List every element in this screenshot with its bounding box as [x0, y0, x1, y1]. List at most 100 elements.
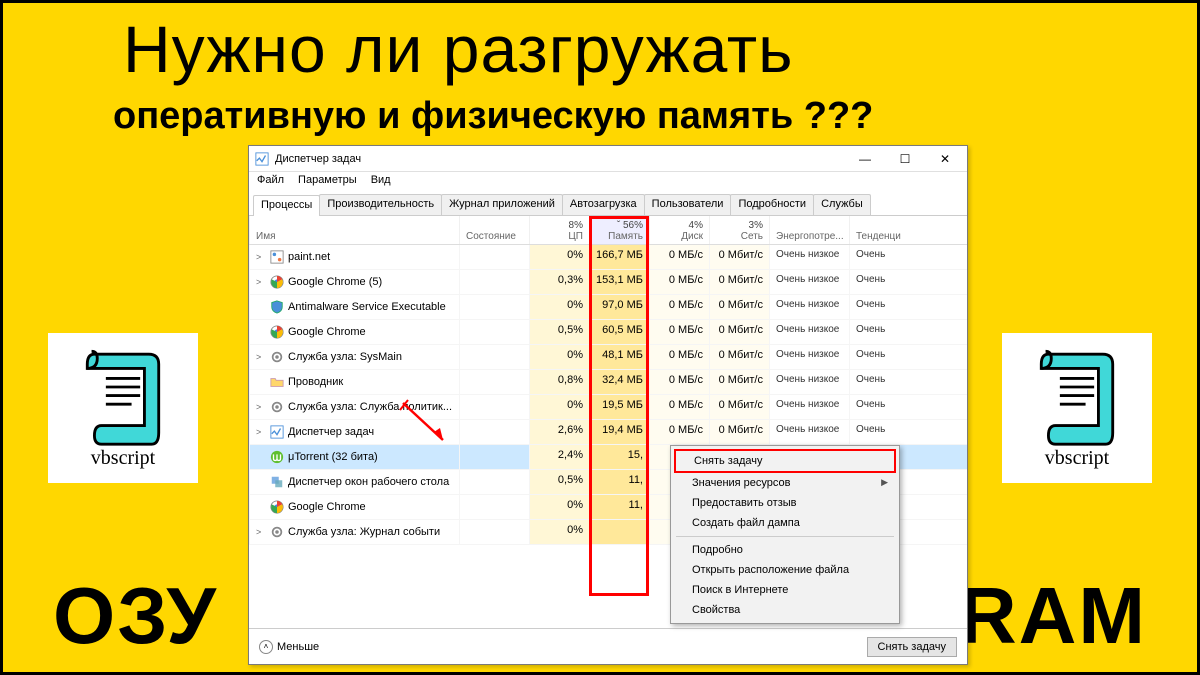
disk-cell: 0 МБ/с	[649, 420, 709, 444]
titlebar[interactable]: Диспетчер задач — ☐ ✕	[249, 146, 967, 172]
header-power[interactable]: Энергопотре...	[769, 216, 849, 244]
submenu-arrow-icon: ▶	[881, 477, 888, 488]
trend-cell: Очень	[849, 270, 899, 294]
memory-cell: 19,4 МБ	[589, 420, 649, 444]
tab-app-history[interactable]: Журнал приложений	[441, 194, 563, 215]
process-icon	[270, 475, 284, 489]
process-icon	[270, 375, 284, 389]
status-cell	[459, 270, 529, 294]
context-menu-item[interactable]: Создать файл дампа	[674, 513, 896, 533]
table-row[interactable]: >Служба узла: Служба политик...0%19,5 МБ…	[249, 395, 967, 420]
process-name: Google Chrome (5)	[288, 276, 382, 288]
memory-cell: 11,	[589, 495, 649, 519]
network-cell: 0 Мбит/с	[709, 320, 769, 344]
tab-services[interactable]: Службы	[813, 194, 871, 215]
cpu-cell: 0,3%	[529, 270, 589, 294]
fewer-details-button[interactable]: ˄ Меньше	[259, 640, 319, 654]
trend-cell: Очень	[849, 395, 899, 419]
process-icon	[270, 250, 284, 264]
header-cpu[interactable]: 8%ЦП	[529, 216, 589, 244]
table-row[interactable]: >Служба узла: SysMain0%48,1 МБ0 МБ/с0 Мб…	[249, 345, 967, 370]
header-network[interactable]: 3%Сеть	[709, 216, 769, 244]
memory-cell: 15,	[589, 445, 649, 469]
headline-1: Нужно ли разгружать	[123, 11, 794, 87]
power-cell: Очень низкое	[769, 245, 849, 269]
menu-view[interactable]: Вид	[371, 174, 391, 190]
window-title: Диспетчер задач	[275, 153, 845, 165]
header-memory[interactable]: ˇ 56%Память	[589, 216, 649, 244]
context-menu-item[interactable]: Открыть расположение файла	[674, 560, 896, 580]
header-name[interactable]: Имя	[249, 216, 459, 244]
headline-2: оперативную и физическую память ???	[113, 95, 873, 138]
trend-cell: Очень	[849, 370, 899, 394]
context-menu-item[interactable]: Поиск в Интернете	[674, 580, 896, 600]
close-button[interactable]: ✕	[925, 147, 965, 171]
table-row[interactable]: Проводник0,8%32,4 МБ0 МБ/с0 Мбит/сОчень …	[249, 370, 967, 395]
table-headers: Имя Состояние 8%ЦП ˇ 56%Память 4%Диск 3%…	[249, 216, 967, 245]
process-icon	[270, 450, 284, 464]
process-icon	[270, 425, 284, 439]
disk-cell: 0 МБ/с	[649, 245, 709, 269]
power-cell: Очень низкое	[769, 270, 849, 294]
memory-cell: 153,1 МБ	[589, 270, 649, 294]
process-icon	[270, 525, 284, 539]
table-row[interactable]: >paint.net0%166,7 МБ0 МБ/с0 Мбит/сОчень …	[249, 245, 967, 270]
label-ozu: ОЗУ	[53, 570, 218, 662]
memory-cell: 97,0 МБ	[589, 295, 649, 319]
process-name: Google Chrome	[288, 501, 366, 513]
logo-text: vbscript	[1045, 447, 1109, 470]
minimize-button[interactable]: —	[845, 147, 885, 171]
status-cell	[459, 420, 529, 444]
tab-processes[interactable]: Процессы	[253, 195, 320, 216]
context-menu-item[interactable]: Предоставить отзыв	[674, 493, 896, 513]
table-row[interactable]: Google Chrome0,5%60,5 МБ0 МБ/с0 Мбит/сОч…	[249, 320, 967, 345]
task-manager-icon	[255, 152, 269, 166]
memory-cell: 60,5 МБ	[589, 320, 649, 344]
logo-text: vbscript	[91, 447, 155, 470]
memory-cell	[589, 520, 649, 544]
maximize-button[interactable]: ☐	[885, 147, 925, 171]
end-task-button[interactable]: Снять задачу	[867, 637, 958, 657]
cpu-cell: 0%	[529, 520, 589, 544]
process-name: Google Chrome	[288, 326, 366, 338]
header-trend[interactable]: Тенденци	[849, 216, 899, 244]
menu-file[interactable]: Файл	[257, 174, 284, 190]
menu-separator	[676, 536, 894, 537]
cpu-cell: 0,5%	[529, 320, 589, 344]
tab-users[interactable]: Пользователи	[644, 194, 732, 215]
cpu-cell: 0,8%	[529, 370, 589, 394]
tab-performance[interactable]: Производительность	[319, 194, 442, 215]
process-icon	[270, 300, 284, 314]
process-name: Служба узла: Журнал событи	[288, 526, 440, 538]
memory-cell: 11,	[589, 470, 649, 494]
footer: ˄ Меньше Снять задачу	[249, 628, 967, 664]
table-row[interactable]: >Google Chrome (5)0,3%153,1 МБ0 МБ/с0 Мб…	[249, 270, 967, 295]
context-menu-item[interactable]: Свойства	[674, 600, 896, 620]
memory-cell: 19,5 МБ	[589, 395, 649, 419]
header-status[interactable]: Состояние	[459, 216, 529, 244]
trend-cell: Очень	[849, 420, 899, 444]
context-menu-item[interactable]: Значения ресурсов▶	[674, 473, 896, 493]
cpu-cell: 0%	[529, 345, 589, 369]
cpu-cell: 2,6%	[529, 420, 589, 444]
network-cell: 0 Мбит/с	[709, 420, 769, 444]
menu-options[interactable]: Параметры	[298, 174, 357, 190]
process-name: μTorrent (32 бита)	[288, 451, 378, 463]
tab-startup[interactable]: Автозагрузка	[562, 194, 645, 215]
tab-details[interactable]: Подробности	[730, 194, 814, 215]
status-cell	[459, 320, 529, 344]
vbscript-logo-right: vbscript	[1002, 333, 1152, 483]
status-cell	[459, 245, 529, 269]
context-menu-item[interactable]: Подробно	[674, 540, 896, 560]
context-menu: Снять задачуЗначения ресурсов▶Предостави…	[670, 445, 900, 624]
memory-cell: 32,4 МБ	[589, 370, 649, 394]
network-cell: 0 Мбит/с	[709, 395, 769, 419]
trend-cell: Очень	[849, 320, 899, 344]
header-disk[interactable]: 4%Диск	[649, 216, 709, 244]
table-row[interactable]: Antimalware Service Executable0%97,0 МБ0…	[249, 295, 967, 320]
table-row[interactable]: >Диспетчер задач2,6%19,4 МБ0 МБ/с0 Мбит/…	[249, 420, 967, 445]
cpu-cell: 2,4%	[529, 445, 589, 469]
context-menu-item[interactable]: Снять задачу	[674, 449, 896, 473]
power-cell: Очень низкое	[769, 420, 849, 444]
network-cell: 0 Мбит/с	[709, 370, 769, 394]
